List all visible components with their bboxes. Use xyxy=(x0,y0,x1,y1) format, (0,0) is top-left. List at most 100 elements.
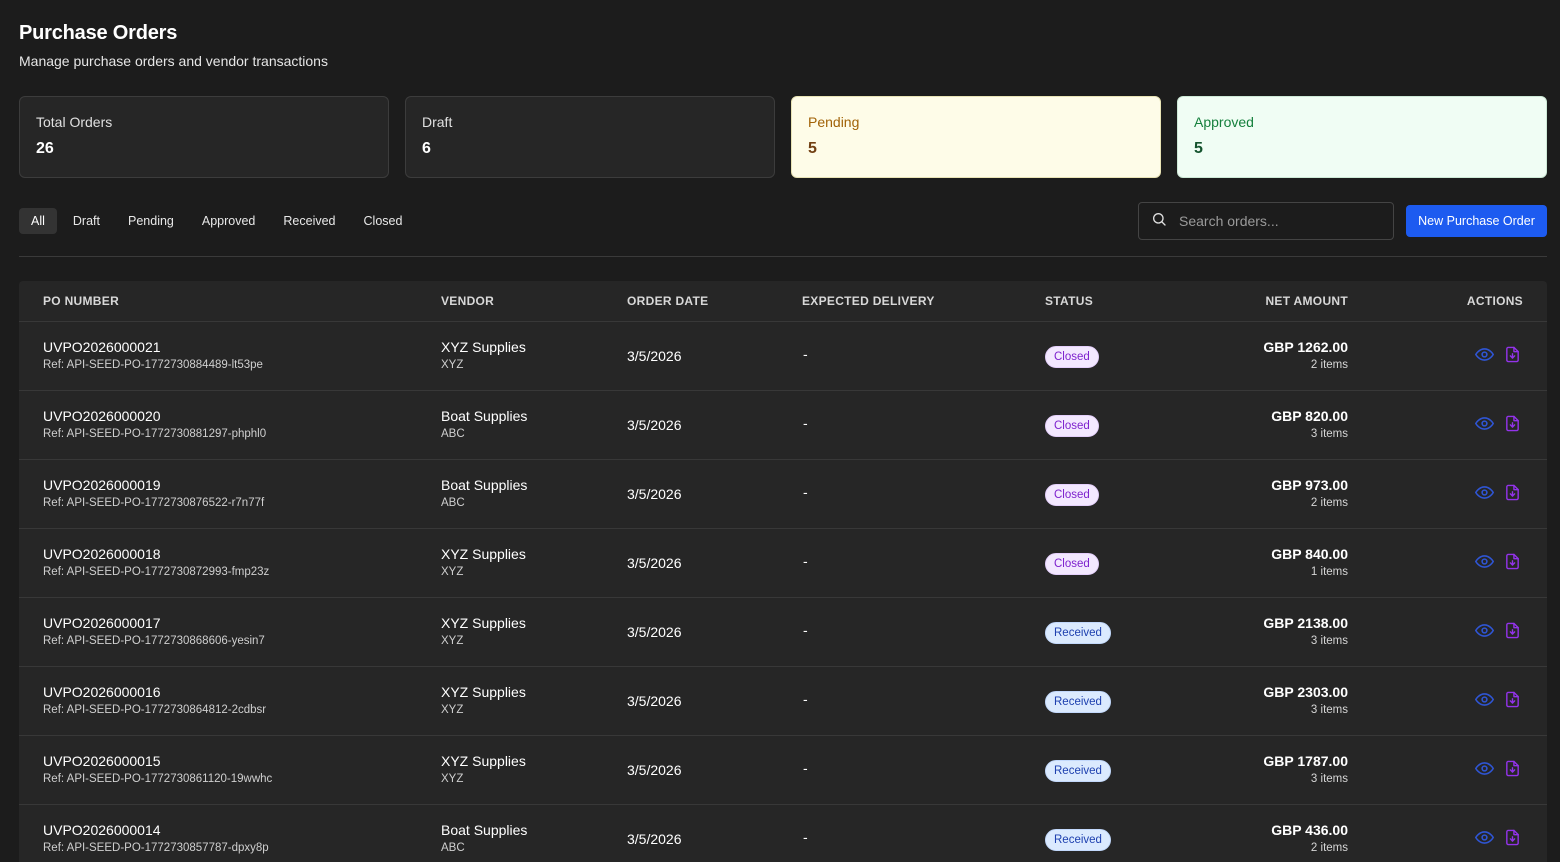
search-box xyxy=(1138,202,1394,240)
po-number: UVPO2026000014 xyxy=(43,822,161,838)
order-date: 3/5/2026 xyxy=(627,624,682,640)
stat-card-draft: Draft 6 xyxy=(405,96,775,178)
vendor-code: XYZ xyxy=(441,635,464,647)
search-input[interactable] xyxy=(1179,213,1379,229)
status-badge: Closed xyxy=(1045,553,1099,575)
status-badge: Received xyxy=(1045,622,1111,644)
purchase-orders-page: Purchase Orders Manage purchase orders a… xyxy=(0,0,1560,862)
item-count: 3 items xyxy=(1310,635,1348,647)
new-purchase-order-button[interactable]: New Purchase Order xyxy=(1406,205,1547,237)
eye-icon[interactable] xyxy=(1475,552,1494,571)
column-header-order-date[interactable]: ORDER DATE xyxy=(627,294,708,308)
vendor-name: Boat Supplies xyxy=(441,408,528,424)
eye-icon[interactable] xyxy=(1475,483,1494,502)
status-cell: Received xyxy=(1045,760,1111,782)
po-number: UVPO2026000015 xyxy=(43,753,161,769)
table-row[interactable]: UVPO2026000015 Ref: API-SEED-PO-177273086… xyxy=(19,736,1547,805)
status-cell: Closed xyxy=(1045,346,1099,368)
vendor-code: XYZ xyxy=(441,773,464,785)
tab-approved[interactable]: Approved xyxy=(190,208,268,234)
purchase-orders-table: PO NUMBER VENDOR ORDER DATE EXPECTED DEL… xyxy=(19,281,1547,862)
status-cell: Received xyxy=(1045,691,1111,713)
table-row[interactable]: UVPO2026000014 Ref: API-SEED-PO-177273085… xyxy=(19,805,1547,862)
table-row[interactable]: UVPO2026000018 Ref: API-SEED-PO-177273087… xyxy=(19,529,1547,598)
status-badge: Received xyxy=(1045,829,1111,851)
column-header-vendor[interactable]: VENDOR xyxy=(441,294,494,308)
tab-draft[interactable]: Draft xyxy=(61,208,112,234)
vendor-code: XYZ xyxy=(441,704,464,716)
vendor-code: ABC xyxy=(441,428,465,440)
file-download-icon[interactable] xyxy=(1503,414,1522,433)
table-row[interactable]: UVPO2026000017 Ref: API-SEED-PO-177273086… xyxy=(19,598,1547,667)
row-actions xyxy=(1475,345,1522,364)
po-reference: Ref: API-SEED-PO-1772730857787-dpxy8p xyxy=(43,842,269,854)
search-icon xyxy=(1151,211,1167,232)
stat-label: Approved xyxy=(1194,114,1254,130)
page-title: Purchase Orders xyxy=(19,22,178,44)
row-actions xyxy=(1475,621,1522,640)
po-reference: Ref: API-SEED-PO-1772730884489-lt53pe xyxy=(43,359,263,371)
stat-card-pending: Pending 5 xyxy=(791,96,1161,178)
table-row[interactable]: UVPO2026000016 Ref: API-SEED-PO-177273086… xyxy=(19,667,1547,736)
vendor-name: Boat Supplies xyxy=(441,477,528,493)
table-body: UVPO2026000021 Ref: API-SEED-PO-177273088… xyxy=(19,322,1547,862)
stat-label: Total Orders xyxy=(36,114,113,130)
eye-icon[interactable] xyxy=(1475,828,1494,847)
eye-icon[interactable] xyxy=(1475,621,1494,640)
vendor-name: XYZ Supplies xyxy=(441,753,526,769)
vendor-name: XYZ Supplies xyxy=(441,546,526,562)
row-actions xyxy=(1475,828,1522,847)
file-download-icon[interactable] xyxy=(1503,483,1522,502)
net-amount: GBP 2303.00 xyxy=(1263,684,1348,700)
order-date: 3/5/2026 xyxy=(627,693,682,709)
table-row[interactable]: UVPO2026000019 Ref: API-SEED-PO-177273087… xyxy=(19,460,1547,529)
table-row[interactable]: UVPO2026000021 Ref: API-SEED-PO-177273088… xyxy=(19,322,1547,391)
column-header-po-number[interactable]: PO NUMBER xyxy=(43,294,119,308)
table-row[interactable]: UVPO2026000020 Ref: API-SEED-PO-177273088… xyxy=(19,391,1547,460)
eye-icon[interactable] xyxy=(1475,690,1494,709)
po-number: UVPO2026000016 xyxy=(43,684,161,700)
expected-delivery: - xyxy=(803,691,808,707)
item-count: 2 items xyxy=(1310,842,1348,854)
file-download-icon[interactable] xyxy=(1503,345,1522,364)
status-cell: Closed xyxy=(1045,415,1099,437)
eye-icon[interactable] xyxy=(1475,759,1494,778)
po-reference: Ref: API-SEED-PO-1772730868606-yesin7 xyxy=(43,635,265,647)
stat-value: 26 xyxy=(36,140,54,157)
item-count: 3 items xyxy=(1310,704,1348,716)
file-download-icon[interactable] xyxy=(1503,621,1522,640)
tab-all[interactable]: All xyxy=(19,208,57,234)
status-badge: Closed xyxy=(1045,346,1099,368)
file-download-icon[interactable] xyxy=(1503,552,1522,571)
po-number: UVPO2026000021 xyxy=(43,339,161,355)
status-badge: Received xyxy=(1045,760,1111,782)
eye-icon[interactable] xyxy=(1475,414,1494,433)
net-amount: GBP 436.00 xyxy=(1271,822,1348,838)
stat-label: Draft xyxy=(422,114,453,130)
file-download-icon[interactable] xyxy=(1503,759,1522,778)
column-header-status[interactable]: STATUS xyxy=(1045,294,1093,308)
stats-row: Total Orders 26 Draft 6 Pending 5 Approv… xyxy=(19,96,1547,178)
file-download-icon[interactable] xyxy=(1503,690,1522,709)
po-number: UVPO2026000019 xyxy=(43,477,161,493)
vendor-code: ABC xyxy=(441,842,465,854)
tab-closed[interactable]: Closed xyxy=(352,208,415,234)
po-number: UVPO2026000017 xyxy=(43,615,161,631)
status-cell: Received xyxy=(1045,829,1111,851)
eye-icon[interactable] xyxy=(1475,345,1494,364)
stat-value: 5 xyxy=(1194,140,1203,157)
status-cell: Closed xyxy=(1045,553,1099,575)
column-header-net-amount[interactable]: NET AMOUNT xyxy=(1265,294,1348,308)
po-number: UVPO2026000018 xyxy=(43,546,161,562)
po-reference: Ref: API-SEED-PO-1772730872993-fmp23z xyxy=(43,566,270,578)
net-amount: GBP 2138.00 xyxy=(1263,615,1348,631)
order-date: 3/5/2026 xyxy=(627,417,682,433)
item-count: 3 items xyxy=(1310,428,1348,440)
tab-pending[interactable]: Pending xyxy=(116,208,186,234)
file-download-icon[interactable] xyxy=(1503,828,1522,847)
stat-value: 5 xyxy=(808,140,817,157)
po-reference: Ref: API-SEED-PO-1772730861120-19wwhc xyxy=(43,773,273,785)
column-header-expected-delivery[interactable]: EXPECTED DELIVERY xyxy=(802,294,935,308)
tab-received[interactable]: Received xyxy=(271,208,347,234)
po-reference: Ref: API-SEED-PO-1772730864812-2cdbsr xyxy=(43,704,267,716)
